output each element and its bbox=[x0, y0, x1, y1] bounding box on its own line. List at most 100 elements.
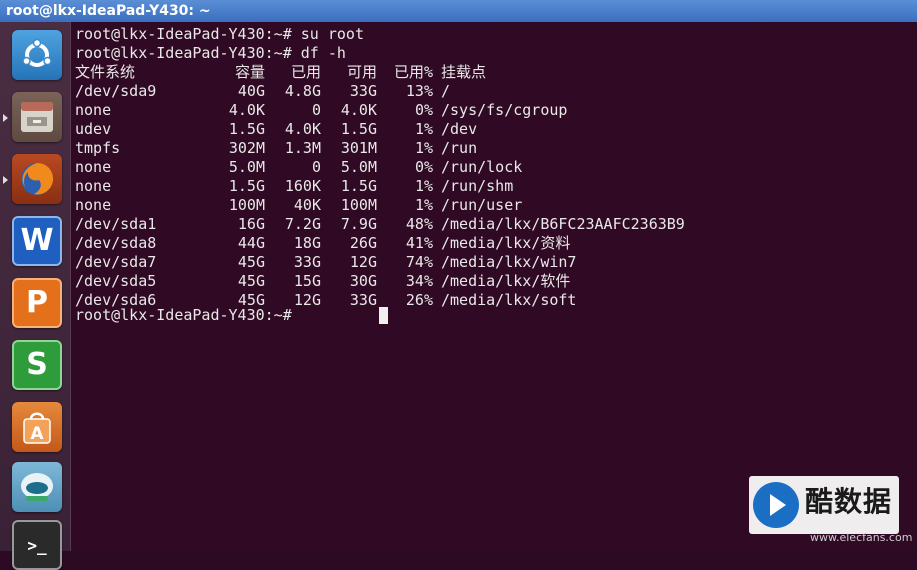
df-row: none 100M 40K 100M 1% /run/user bbox=[75, 196, 835, 215]
cell-use-percent: 1% bbox=[414, 196, 433, 214]
cell-filesystem: none bbox=[75, 196, 112, 214]
cell-mounted-on: /media/lkx/B6FC23AAFC2363B9 bbox=[441, 215, 685, 233]
cell-filesystem: /dev/sda8 bbox=[75, 234, 157, 252]
cell-size: 45G bbox=[237, 272, 265, 290]
cell-filesystem: /dev/sda5 bbox=[75, 272, 157, 290]
cell-filesystem: none bbox=[75, 158, 112, 176]
cell-size: 4.0K bbox=[228, 101, 265, 119]
header-filesystem: 文件系统 bbox=[75, 63, 136, 81]
cell-mounted-on: /run bbox=[441, 139, 478, 157]
cell-use-percent: 34% bbox=[405, 272, 433, 290]
cell-used: 1.3M bbox=[284, 139, 321, 157]
cell-size: 1.5G bbox=[228, 177, 265, 195]
df-row: /dev/sda1 16G 7.2G 7.9G 48% /media/lkx/B6FC23… bbox=[75, 215, 835, 234]
cell-filesystem: /dev/sda1 bbox=[75, 215, 157, 233]
cell-use-percent: 1% bbox=[414, 177, 433, 195]
terminal-icon[interactable]: >_ bbox=[12, 520, 62, 570]
df-row: /dev/sda5 45G 15G 30G 34% /media/lkx/软件 bbox=[75, 272, 835, 291]
df-row: /dev/sda8 44G 18G 26G 41% /media/lkx/资料 bbox=[75, 234, 835, 253]
cell-filesystem: tmpfs bbox=[75, 139, 121, 157]
cell-available: 100M bbox=[340, 196, 377, 214]
text-cursor bbox=[379, 307, 388, 324]
cell-used: 160K bbox=[284, 177, 321, 195]
cell-use-percent: 0% bbox=[414, 101, 433, 119]
firefox-icon[interactable] bbox=[12, 154, 62, 204]
cell-size: 302M bbox=[228, 139, 265, 157]
header-available: 可用 bbox=[346, 63, 377, 81]
cell-available: 4.0K bbox=[340, 101, 377, 119]
cell-available: 1.5G bbox=[340, 177, 377, 195]
watermark-url: www.elecfans.com bbox=[810, 531, 913, 544]
cell-filesystem: udev bbox=[75, 120, 112, 138]
cell-used: 4.0K bbox=[284, 120, 321, 138]
window-title: root@lkx-IdeaPad-Y430: ~ bbox=[6, 3, 211, 19]
command-line: root@lkx-IdeaPad-Y430:~# su root bbox=[75, 25, 364, 43]
files-icon[interactable] bbox=[12, 92, 62, 142]
cell-mounted-on: /media/lkx/win7 bbox=[441, 253, 577, 271]
command-line: root@lkx-IdeaPad-Y430:~# df -h bbox=[75, 44, 346, 62]
terminal-prompt-glyph: >_ bbox=[27, 535, 47, 555]
wps-spreadsheet-letter: S bbox=[26, 347, 48, 382]
df-row: udev 1.5G 4.0K 1.5G 1% /dev bbox=[75, 120, 835, 139]
ubuntu-dash-icon[interactable] bbox=[12, 30, 62, 80]
wps-presentation-letter: P bbox=[26, 285, 48, 320]
cell-used: 18G bbox=[293, 234, 321, 252]
cell-use-percent: 41% bbox=[405, 234, 433, 252]
cell-use-percent: 1% bbox=[414, 120, 433, 138]
cell-mounted-on: /sys/fs/cgroup bbox=[441, 101, 568, 119]
window-title-bar[interactable]: root@lkx-IdeaPad-Y430: ~ bbox=[0, 0, 917, 22]
system-updater-icon[interactable] bbox=[12, 462, 62, 512]
cell-mounted-on: /media/lkx/资料 bbox=[441, 234, 571, 252]
df-row: none 1.5G 160K 1.5G 1% /run/shm bbox=[75, 177, 835, 196]
software-center-icon[interactable]: A bbox=[12, 402, 62, 452]
cell-mounted-on: /media/lkx/软件 bbox=[441, 272, 571, 290]
cell-used: 7.2G bbox=[284, 215, 321, 233]
cell-filesystem: none bbox=[75, 101, 112, 119]
cell-size: 40G bbox=[237, 82, 265, 100]
play-icon bbox=[753, 482, 799, 528]
cell-mounted-on: /dev bbox=[441, 120, 478, 138]
cell-use-percent: 0% bbox=[414, 158, 433, 176]
cell-available: 26G bbox=[349, 234, 377, 252]
cell-used: 0 bbox=[311, 101, 321, 119]
cell-use-percent: 74% bbox=[405, 253, 433, 271]
cell-use-percent: 26% bbox=[405, 291, 433, 309]
cell-size: 1.5G bbox=[228, 120, 265, 138]
cell-used: 4.8G bbox=[284, 82, 321, 100]
header-used: 已用 bbox=[290, 63, 321, 81]
cell-size: 5.0M bbox=[228, 158, 265, 176]
df-header-row: 文件系统 容量 已用 可用 已用% 挂载点 bbox=[75, 63, 715, 82]
wps-spreadsheet-icon[interactable]: S bbox=[12, 340, 62, 390]
cell-size: 100M bbox=[228, 196, 265, 214]
cell-filesystem: none bbox=[75, 177, 112, 195]
header-use-percent: 已用% bbox=[393, 63, 433, 81]
terminal-output[interactable]: root@lkx-IdeaPad-Y430:~# su root root@lk… bbox=[71, 22, 917, 551]
cell-mounted-on: /run/shm bbox=[441, 177, 514, 195]
cell-filesystem: /dev/sda9 bbox=[75, 82, 157, 100]
wps-writer-icon[interactable]: W bbox=[12, 216, 62, 266]
df-row: tmpfs 302M 1.3M 301M 1% /run bbox=[75, 139, 835, 158]
cell-size: 16G bbox=[237, 215, 265, 233]
cell-available: 7.9G bbox=[340, 215, 377, 233]
cell-filesystem: /dev/sda7 bbox=[75, 253, 157, 271]
cell-used: 40K bbox=[293, 196, 321, 214]
cell-available: 5.0M bbox=[340, 158, 377, 176]
header-size: 容量 bbox=[234, 63, 265, 81]
df-row: /dev/sda9 40G 4.8G 33G 13% / bbox=[75, 82, 835, 101]
unity-launcher: W P S A >_ bbox=[0, 22, 71, 570]
watermark-brand: 酷数据 bbox=[805, 485, 893, 518]
cell-mounted-on: / bbox=[441, 82, 451, 100]
cell-mounted-on: /run/lock bbox=[441, 158, 523, 176]
cell-use-percent: 48% bbox=[405, 215, 433, 233]
cell-available: 30G bbox=[349, 272, 377, 290]
cell-available: 12G bbox=[349, 253, 377, 271]
cell-size: 44G bbox=[237, 234, 265, 252]
cell-mounted-on: /media/lkx/soft bbox=[441, 291, 577, 309]
cell-available: 1.5G bbox=[340, 120, 377, 138]
df-row: none 4.0K 0 4.0K 0% /sys/fs/cgroup bbox=[75, 101, 835, 120]
cell-available: 33G bbox=[349, 291, 377, 309]
header-mounted-on: 挂载点 bbox=[441, 63, 487, 81]
watermark-logo: 酷数据 bbox=[749, 476, 899, 534]
wps-presentation-icon[interactable]: P bbox=[12, 278, 62, 328]
cell-used: 15G bbox=[293, 272, 321, 290]
